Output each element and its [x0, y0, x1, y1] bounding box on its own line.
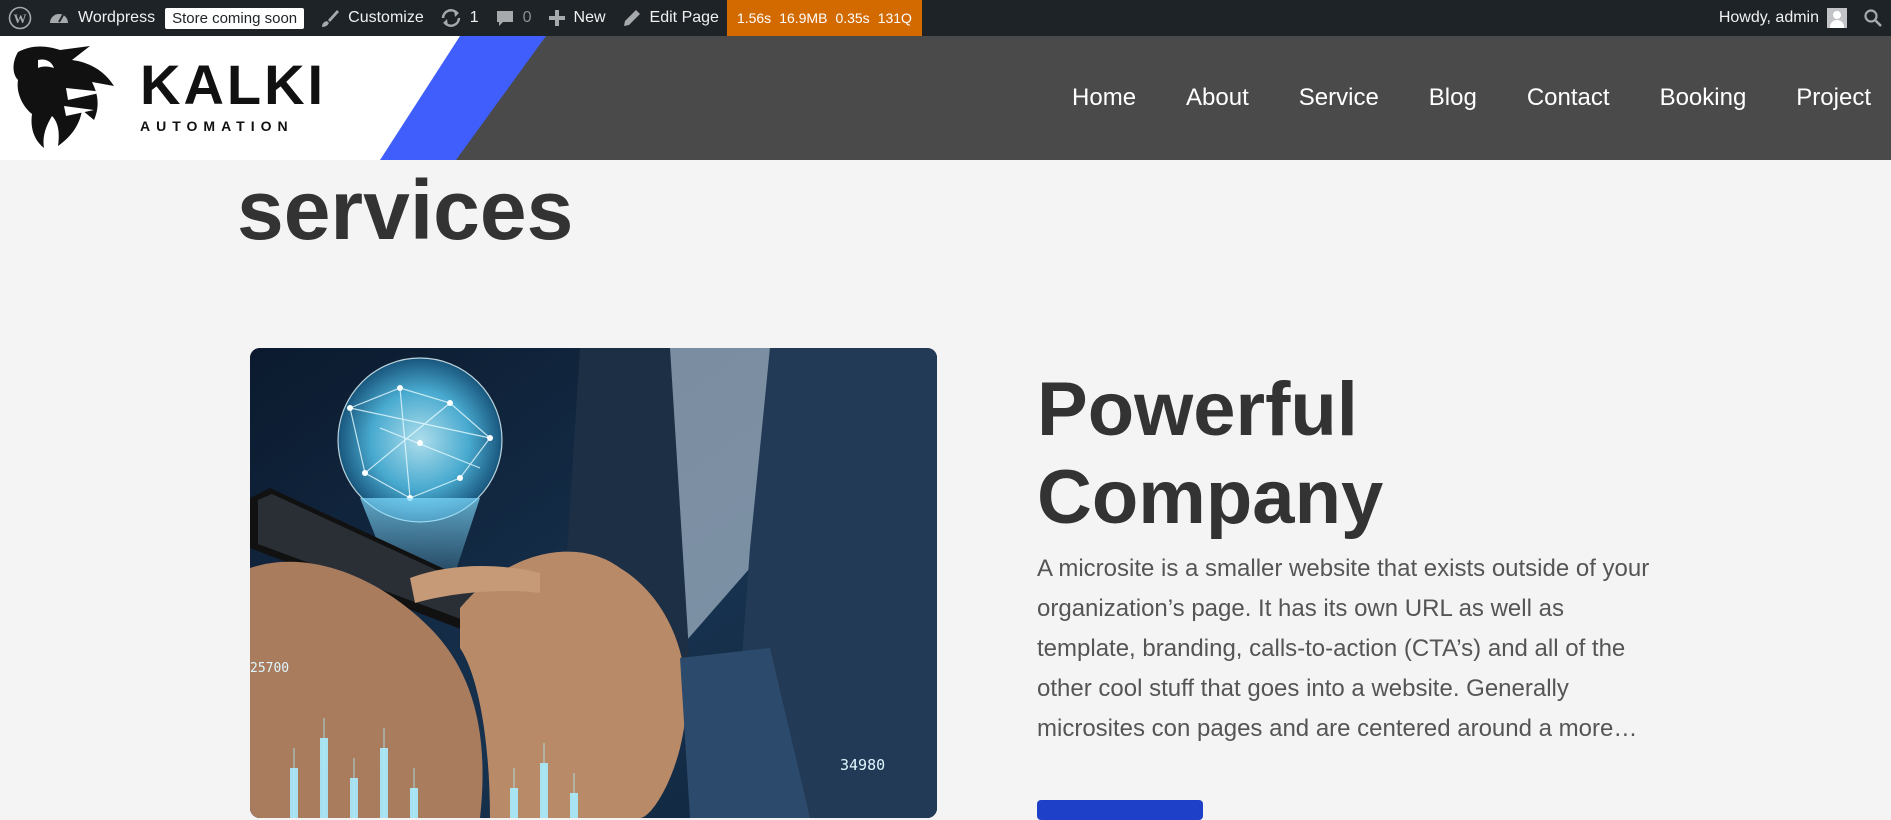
nav-contact[interactable]: Contact — [1527, 84, 1610, 112]
customize-label: Customize — [348, 9, 424, 26]
site-name-link[interactable]: Wordpress Store coming soon — [40, 0, 312, 36]
updates-icon — [440, 8, 462, 28]
new-content-link[interactable]: New — [540, 0, 614, 36]
store-status-badge: Store coming soon — [165, 7, 305, 29]
plus-icon — [548, 9, 566, 27]
wordpress-icon: W — [8, 6, 32, 30]
image-label-left: 25700 — [250, 661, 289, 676]
admin-bar: W Wordpress Store coming soon Customize … — [0, 0, 1891, 36]
nav-about[interactable]: About — [1186, 84, 1249, 112]
service-image: 25700 34980 — [250, 348, 937, 818]
comment-icon — [495, 8, 515, 28]
read-more-button[interactable] — [1037, 800, 1203, 820]
avatar — [1827, 8, 1847, 28]
image-label-right: 34980 — [840, 756, 885, 774]
main-nav: Home About Service Blog Contact Booking … — [1022, 36, 1871, 160]
nav-booking[interactable]: Booking — [1660, 84, 1747, 112]
search-icon — [1864, 9, 1882, 27]
service-description: A microsite is a smaller website that ex… — [1037, 555, 1650, 742]
query-monitor-stats[interactable]: 1.56s 16.9MB 0.35s 131Q — [726, 0, 922, 36]
site-name-label: Wordpress — [78, 9, 156, 26]
pencil-icon — [622, 8, 642, 28]
comments-link[interactable]: 0 — [487, 0, 540, 36]
nav-project[interactable]: Project — [1796, 84, 1871, 112]
logo-link[interactable]: KALKI AUTOMATION — [0, 36, 460, 160]
new-label: New — [573, 9, 606, 26]
search-button[interactable] — [1855, 0, 1891, 36]
customize-link[interactable]: Customize — [312, 0, 432, 36]
edit-page-link[interactable]: Edit Page — [614, 0, 727, 36]
svg-text:W: W — [14, 11, 27, 26]
dashboard-icon — [48, 8, 70, 28]
edit-page-label: Edit Page — [649, 9, 719, 26]
section-title: services — [237, 163, 574, 257]
nav-home[interactable]: Home — [1072, 84, 1136, 112]
updates-count: 1 — [469, 9, 479, 26]
comments-count: 0 — [522, 9, 532, 26]
logo-title: KALKI — [140, 53, 327, 116]
account-menu[interactable]: Howdy, admin — [1711, 0, 1855, 36]
service-heading: Powerful Company — [1037, 367, 1384, 540]
horse-logo-icon — [13, 46, 114, 148]
logo-subtitle: AUTOMATION — [140, 118, 294, 134]
nav-blog[interactable]: Blog — [1429, 84, 1477, 112]
howdy-label: Howdy, admin — [1718, 9, 1819, 26]
brush-icon — [320, 8, 340, 28]
updates-link[interactable]: 1 — [432, 0, 487, 36]
qm-queries: 131Q — [877, 10, 912, 26]
qm-db-time: 0.35s — [835, 10, 870, 26]
nav-service[interactable]: Service — [1299, 84, 1379, 112]
wordpress-logo-button[interactable]: W — [0, 0, 40, 36]
qm-memory: 16.9MB — [779, 10, 828, 26]
qm-time: 1.56s — [736, 10, 772, 26]
site-header: KALKI AUTOMATION Home About Service Blog… — [0, 36, 1891, 160]
